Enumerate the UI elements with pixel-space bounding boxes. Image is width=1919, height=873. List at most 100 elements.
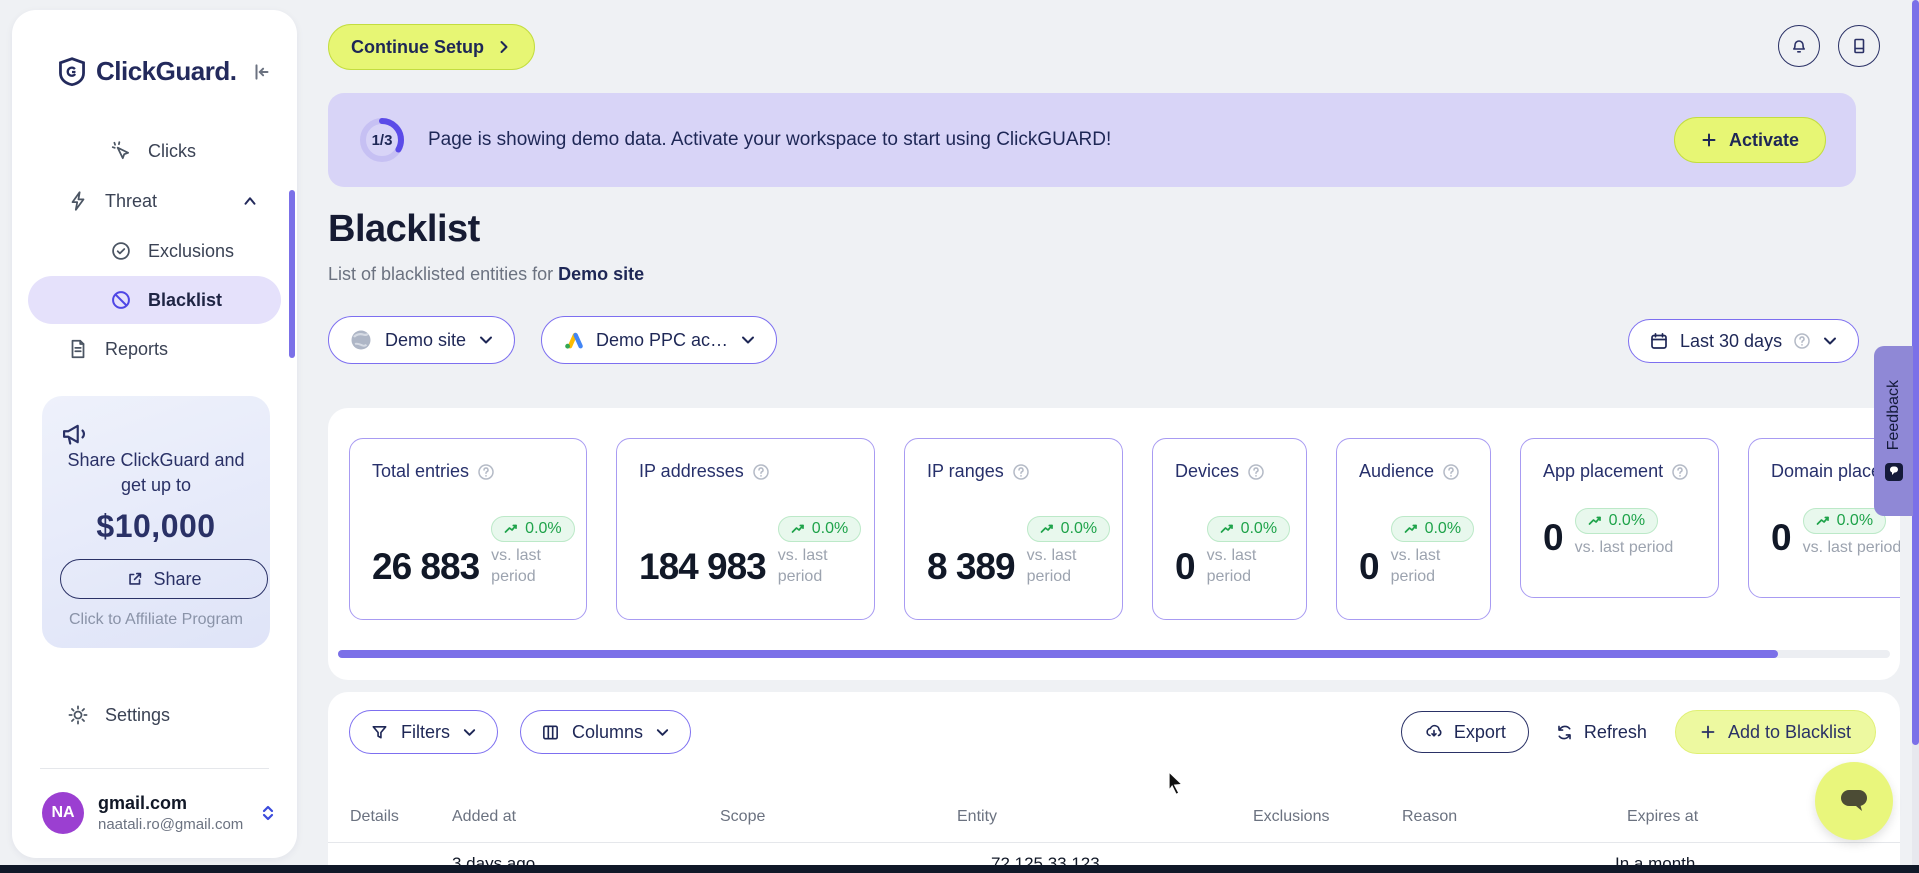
- stat-label: App placement: [1543, 461, 1664, 481]
- ban-icon: [110, 289, 132, 311]
- col-details[interactable]: Details: [350, 808, 399, 826]
- google-ads-icon: [562, 329, 584, 351]
- continue-setup-label: Continue Setup: [351, 36, 484, 57]
- affiliate-promo-card[interactable]: Share ClickGuard and get up to $10,000 S…: [42, 396, 270, 648]
- refresh-button[interactable]: Refresh: [1555, 722, 1647, 743]
- stat-label: Devices: [1175, 461, 1240, 481]
- date-range-picker[interactable]: Last 30 days: [1628, 319, 1860, 363]
- chevron-down-icon: [478, 332, 494, 348]
- promo-note: Click to Affiliate Program: [69, 611, 243, 629]
- question-circle-icon[interactable]: [1671, 463, 1689, 481]
- question-circle-icon[interactable]: [1442, 463, 1460, 481]
- ppc-account-picker[interactable]: Demo PPC ac…: [541, 316, 778, 364]
- sidebar-item-label: Clicks: [148, 140, 196, 161]
- share-button[interactable]: Share: [60, 559, 268, 600]
- question-circle-icon[interactable]: [1012, 463, 1030, 481]
- sidebar-item-blacklist[interactable]: Blacklist: [28, 276, 281, 324]
- chevron-up-icon[interactable]: [241, 192, 259, 210]
- col-expires-at[interactable]: Expires at: [1627, 808, 1698, 826]
- chevron-right-icon: [496, 39, 512, 55]
- col-scope[interactable]: Scope: [720, 808, 765, 826]
- sidebar-nav: Clicks Threat Exclusions Blacklist Repor…: [12, 126, 297, 374]
- feedback-tab[interactable]: Feedback: [1874, 346, 1913, 516]
- stat-card-audience: Audience 0 0.0% vs. last period: [1336, 438, 1491, 620]
- chat-bubble-icon: [1836, 785, 1872, 817]
- stat-caption: vs. last period: [1574, 539, 1674, 556]
- stat-label: Total entries: [372, 461, 470, 481]
- chat-launcher-button[interactable]: [1815, 762, 1893, 840]
- delta-value: 0.0%: [1424, 520, 1462, 537]
- workspace-switcher[interactable]: NA gmail.com naatali.ro@gmail.com: [42, 792, 277, 834]
- col-entity[interactable]: Entity: [957, 808, 997, 826]
- stat-value: 0: [1359, 545, 1380, 587]
- activate-button[interactable]: Activate: [1673, 117, 1826, 163]
- sidebar-item-clicks[interactable]: Clicks: [12, 126, 297, 176]
- continue-setup-button[interactable]: Continue Setup: [328, 24, 535, 70]
- brand-name: ClickGuard.: [96, 56, 237, 86]
- up-down-chevrons-icon: [259, 803, 277, 823]
- book-icon: [1849, 36, 1869, 56]
- export-button[interactable]: Export: [1400, 711, 1529, 753]
- sidebar-item-threat[interactable]: Threat: [12, 176, 297, 226]
- page-title: Blacklist: [328, 208, 480, 250]
- stat-card-ip-ranges: IP ranges 8 389 0.0% vs. last period: [904, 438, 1123, 620]
- columns-button[interactable]: Columns: [520, 710, 692, 754]
- question-circle-icon[interactable]: [477, 463, 495, 481]
- cards-horizontal-scrollbar[interactable]: [338, 650, 1890, 658]
- site-picker[interactable]: Demo site: [328, 316, 516, 364]
- stat-caption: vs. last period: [1390, 547, 1441, 585]
- badge-check-icon: [110, 240, 132, 262]
- megaphone-icon: [60, 420, 252, 448]
- question-circle-icon[interactable]: [752, 463, 770, 481]
- clickguard-logo-icon: [58, 56, 86, 87]
- delta-badge: 0.0%: [1390, 516, 1475, 542]
- promo-headline: Share ClickGuard and get up to: [67, 450, 245, 496]
- stat-value: 184 983: [639, 545, 767, 587]
- user-email: naatali.ro@gmail.com: [98, 816, 244, 833]
- date-range-value: Last 30 days: [1680, 330, 1783, 351]
- promo-amount: $10,000: [96, 508, 216, 545]
- delta-value: 0.0%: [1836, 512, 1874, 529]
- columns-icon: [541, 723, 560, 742]
- sidebar-collapse-icon[interactable]: [251, 61, 273, 83]
- stat-caption: vs. last period: [1802, 539, 1900, 556]
- sidebar-item-label: Threat: [105, 190, 158, 211]
- sidebar-item-label: Settings: [105, 704, 171, 725]
- refresh-label: Refresh: [1583, 721, 1647, 742]
- delta-badge: 0.0%: [1802, 508, 1887, 534]
- add-to-blacklist-button[interactable]: Add to Blacklist: [1674, 710, 1876, 754]
- bell-icon: [1789, 36, 1809, 56]
- workspace-name: gmail.com: [98, 793, 188, 813]
- sidebar-item-exclusions[interactable]: Exclusions: [12, 226, 297, 276]
- stat-value: 8 389: [927, 545, 1016, 587]
- col-added-at[interactable]: Added at: [452, 808, 516, 826]
- page-scrollbar[interactable]: [1912, 0, 1919, 866]
- filters-button[interactable]: Filters: [349, 710, 498, 754]
- question-circle-icon: [1793, 332, 1811, 350]
- sidebar-item-label: Blacklist: [148, 289, 223, 310]
- setup-progress-ring: 1/3: [358, 116, 406, 164]
- lightning-icon: [67, 190, 89, 212]
- question-circle-icon[interactable]: [1247, 463, 1265, 481]
- delta-badge: 0.0%: [1026, 516, 1111, 542]
- delta-value: 0.0%: [525, 520, 562, 537]
- globe-icon: [349, 328, 373, 352]
- banner-message: Page is showing demo data. Activate your…: [428, 129, 1112, 150]
- avatar: NA: [42, 792, 84, 834]
- notifications-button[interactable]: [1778, 25, 1820, 67]
- col-exclusions[interactable]: Exclusions: [1253, 808, 1329, 826]
- refresh-icon: [1555, 723, 1574, 742]
- sidebar-scrollbar[interactable]: [289, 190, 295, 358]
- activate-label: Activate: [1728, 129, 1799, 150]
- stat-caption: vs. last period: [1026, 547, 1077, 585]
- chevron-down-icon: [462, 725, 477, 740]
- add-to-blacklist-label: Add to Blacklist: [1727, 721, 1851, 742]
- col-reason[interactable]: Reason: [1402, 808, 1457, 826]
- sidebar-item-settings[interactable]: Settings: [12, 690, 297, 740]
- columns-label: Columns: [572, 721, 644, 742]
- external-link-icon: [126, 570, 144, 588]
- sidebar-divider: [40, 768, 269, 769]
- docs-button[interactable]: [1838, 25, 1880, 67]
- sidebar-item-reports[interactable]: Reports: [12, 324, 297, 374]
- feedback-chat-icon: [1884, 462, 1904, 482]
